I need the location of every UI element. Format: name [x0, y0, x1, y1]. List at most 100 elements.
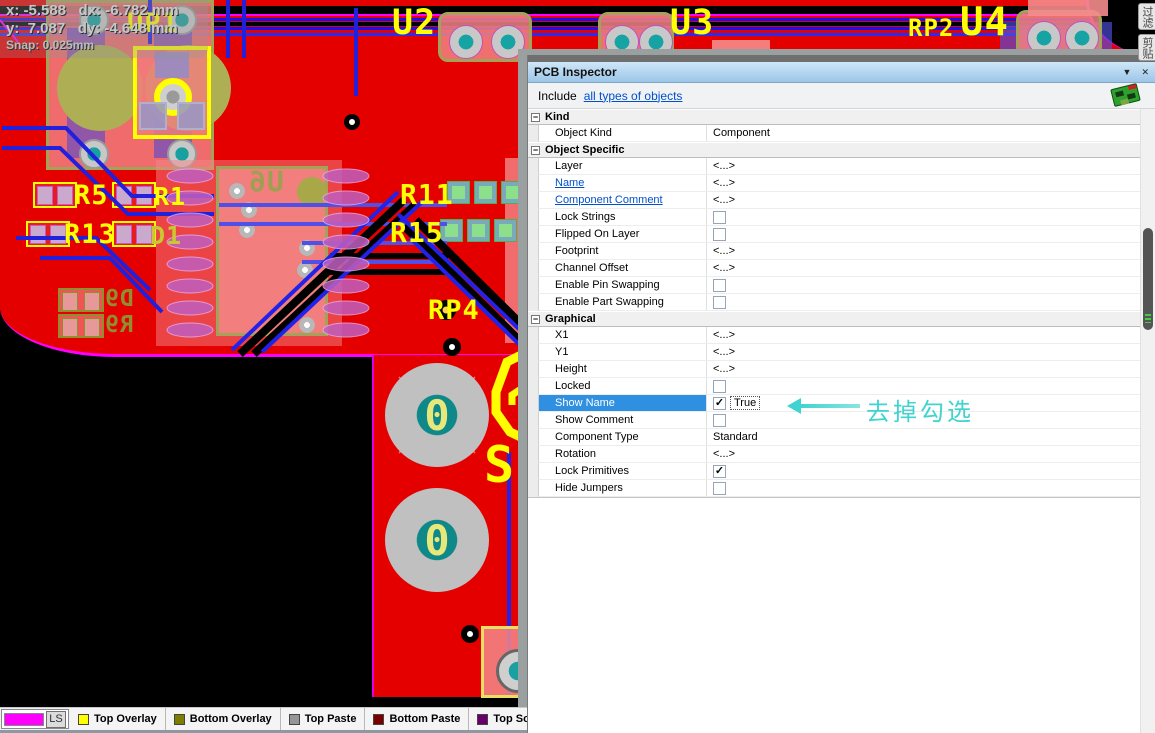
silkscreen-label-rp4[interactable]: RP4 [428, 297, 480, 324]
silkscreen-label-u3[interactable]: U3 [670, 6, 714, 41]
silkscreen-label-r1[interactable]: R1 [154, 184, 186, 209]
value-object-kind[interactable]: Component [713, 127, 770, 139]
property-label-link[interactable]: Component Comment [555, 194, 663, 206]
property-row-flipped-on-layer[interactable]: Flipped On Layer [538, 226, 1141, 243]
property-row-enable-pin-swapping[interactable]: Enable Pin Swapping [538, 277, 1141, 294]
property-value-cell[interactable]: <...> [707, 158, 1141, 174]
property-value-cell[interactable] [707, 480, 1141, 496]
property-value-cell[interactable] [707, 294, 1141, 310]
silkscreen-label-r11[interactable]: R11 [400, 181, 454, 209]
value-y1[interactable]: <...> [713, 346, 735, 358]
property-value-cell[interactable]: Component [707, 125, 1141, 141]
value-component-type[interactable]: Standard [713, 431, 758, 443]
property-label-text: Footprint [555, 245, 598, 257]
checkbox-enable-pin-swapping[interactable] [713, 279, 726, 292]
value-rotation[interactable]: <...> [713, 448, 735, 460]
property-row-rotation[interactable]: Rotation<...> [538, 446, 1141, 463]
property-label: Footprint [539, 243, 707, 259]
layer-set-button[interactable]: LS [46, 711, 66, 728]
value-component-comment[interactable]: <...> [713, 194, 735, 206]
silkscreen-label-d9[interactable]: D9 [104, 288, 134, 311]
property-row-component-comment[interactable]: Component Comment <...> [538, 192, 1141, 209]
property-row-lock-strings[interactable]: Lock Strings [538, 209, 1141, 226]
scrollbar-track[interactable] [1140, 109, 1155, 733]
property-value-cell[interactable]: Standard [707, 429, 1141, 445]
property-label: Enable Part Swapping [539, 294, 707, 310]
collapse-icon[interactable]: − [531, 146, 540, 155]
property-row-locked[interactable]: Locked [538, 378, 1141, 395]
property-row-channel-offset[interactable]: Channel Offset<...> [538, 260, 1141, 277]
silkscreen-label-rp2[interactable]: RP2 [908, 16, 954, 40]
scrollbar-thumb[interactable] [1143, 228, 1153, 330]
panel-menu-icon[interactable]: ▼ [1123, 67, 1132, 77]
silkscreen-label-d1[interactable]: D1 [150, 223, 182, 248]
property-value-cell[interactable] [707, 226, 1141, 242]
layer-tab-top-paste[interactable]: Top Paste [281, 708, 366, 730]
side-tab-label: 剪贴 [1139, 37, 1155, 59]
include-filter-link[interactable]: all types of objects [584, 89, 683, 103]
panel-header[interactable]: PCB Inspector ▼ ✕ [528, 62, 1155, 83]
silkscreen-label-r5[interactable]: R5 [74, 182, 109, 209]
property-value-cell[interactable]: <...> [707, 192, 1141, 208]
close-icon[interactable]: ✕ [1141, 67, 1149, 78]
property-value-cell[interactable]: <...> [707, 446, 1141, 462]
checkbox-show-comment[interactable] [713, 414, 726, 427]
property-value-cell[interactable] [707, 463, 1141, 479]
checkbox-enable-part-swapping[interactable] [713, 296, 726, 309]
layer-tab-bottom-overlay[interactable]: Bottom Overlay [166, 708, 281, 730]
collapse-icon[interactable]: − [531, 315, 540, 324]
property-row-footprint[interactable]: Footprint <...> [538, 243, 1141, 260]
value-layer[interactable]: <...> [713, 160, 735, 172]
property-value-cell[interactable] [707, 209, 1141, 225]
property-row-layer[interactable]: Layer<...> [538, 158, 1141, 175]
checkbox-flipped-on-layer[interactable] [713, 228, 726, 241]
property-label-link[interactable]: Name [555, 177, 584, 189]
silkscreen-label-u2[interactable]: U2 [392, 6, 436, 41]
value-footprint[interactable]: <...> [713, 245, 735, 257]
property-value-cell[interactable]: <...> [707, 361, 1141, 377]
property-row-lock-primitives[interactable]: Lock Primitives [538, 463, 1141, 480]
silkscreen-label-u4[interactable]: U4 [960, 3, 1009, 42]
property-row-y1[interactable]: Y1<...> [538, 344, 1141, 361]
silkscreen-label-r9[interactable]: R9 [104, 314, 134, 337]
silkscreen-label-u6[interactable]: U6 [248, 168, 284, 196]
section-header-graphical[interactable]: −Graphical [528, 311, 1141, 327]
value-height[interactable]: <...> [713, 363, 735, 375]
side-panel-tab-2[interactable]: 剪贴 [1138, 34, 1155, 61]
property-row-height[interactable]: Height<...> [538, 361, 1141, 378]
section-header-kind[interactable]: −Kind [528, 109, 1141, 125]
side-panel-tab-1[interactable]: 过滤 [1138, 3, 1155, 30]
property-row-component-type[interactable]: Component TypeStandard [538, 429, 1141, 446]
value-x1[interactable]: <...> [713, 329, 735, 341]
checkbox-hide-jumpers[interactable] [713, 482, 726, 495]
property-row-enable-part-swapping[interactable]: Enable Part Swapping [538, 294, 1141, 311]
property-row-object-kind[interactable]: Object KindComponent [538, 125, 1141, 142]
value-channel-offset[interactable]: <...> [713, 262, 735, 274]
section-title: Kind [545, 111, 569, 123]
layer-tab-top-solder[interactable]: Top Solder [469, 708, 527, 730]
property-value-cell[interactable]: <...> [707, 175, 1141, 191]
silkscreen-label-s[interactable]: S [484, 440, 515, 490]
property-row-x1[interactable]: X1<...> [538, 327, 1141, 344]
property-value-cell[interactable]: <...> [707, 243, 1141, 259]
property-row-hide-jumpers[interactable]: Hide Jumpers [538, 480, 1141, 497]
layer-tab-bottom-paste[interactable]: Bottom Paste [365, 708, 469, 730]
checkbox-show-name[interactable] [713, 397, 726, 410]
property-value-cell[interactable] [707, 277, 1141, 293]
silkscreen-label-r13[interactable]: R13 [64, 221, 116, 248]
property-row-show-comment[interactable]: Show Comment [538, 412, 1141, 429]
property-value-cell[interactable]: <...> [707, 327, 1141, 343]
collapse-icon[interactable]: − [531, 113, 540, 122]
checkbox-lock-primitives[interactable] [713, 465, 726, 478]
value-show-name[interactable]: True [730, 396, 760, 410]
silkscreen-label-r15[interactable]: R15 [390, 219, 444, 247]
current-layer-indicator[interactable]: LS [1, 709, 69, 729]
checkbox-locked[interactable] [713, 380, 726, 393]
section-header-object-specific[interactable]: −Object Specific [528, 142, 1141, 158]
value-name[interactable]: <...> [713, 177, 735, 189]
checkbox-lock-strings[interactable] [713, 211, 726, 224]
property-value-cell[interactable]: <...> [707, 344, 1141, 360]
property-value-cell[interactable]: <...> [707, 260, 1141, 276]
property-row-name[interactable]: Name <...> [538, 175, 1141, 192]
layer-tab-top-overlay[interactable]: Top Overlay [70, 708, 166, 730]
